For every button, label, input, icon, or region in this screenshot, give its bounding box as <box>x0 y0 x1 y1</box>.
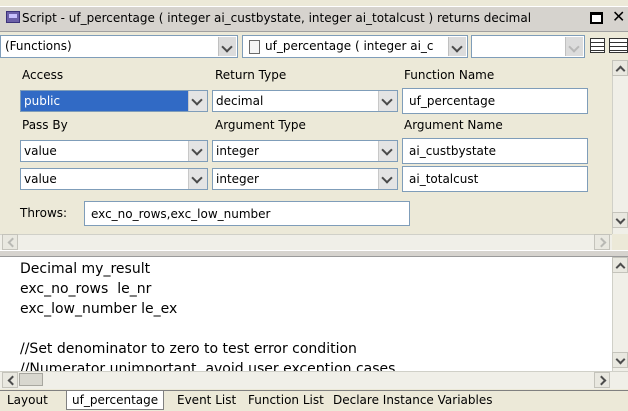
argument-type-value: integer <box>216 144 259 158</box>
argument-type-value: integer <box>216 172 259 186</box>
chevron-down-icon[interactable] <box>188 169 207 189</box>
throws-value: exc_no_rows,exc_low_number <box>91 207 271 221</box>
scroll-left-icon[interactable] <box>2 234 18 250</box>
pass-by-dropdown[interactable]: value <box>20 140 208 162</box>
access-dropdown[interactable]: public <box>20 90 208 112</box>
scroll-right-icon[interactable] <box>594 372 610 388</box>
chevron-down-icon[interactable] <box>188 141 207 161</box>
throws-field[interactable]: exc_no_rows,exc_low_number <box>84 201 410 226</box>
chevron-down-icon[interactable] <box>188 91 207 111</box>
close-icon[interactable]: ✕ <box>612 7 625 26</box>
code-line: exc_low_number le_ex <box>20 301 178 317</box>
pass-by-value: value <box>24 172 57 186</box>
tab-function-list[interactable]: Function List <box>243 391 329 410</box>
scroll-down-icon[interactable] <box>612 352 628 368</box>
function-name-value: uf_percentage <box>409 94 496 108</box>
tab-uf-percentage[interactable]: uf_percentage <box>66 391 165 410</box>
pass-by-dropdown[interactable]: value <box>20 168 208 190</box>
maximize-icon[interactable] <box>590 12 603 24</box>
scroll-left-icon[interactable] <box>2 372 18 388</box>
panel-horizontal-scrollbar[interactable] <box>0 234 612 250</box>
chevron-down-icon[interactable] <box>378 91 397 111</box>
panel-vertical-scrollbar[interactable] <box>612 60 628 234</box>
empty-dropdown[interactable] <box>471 35 585 58</box>
script-window-icon <box>6 11 20 23</box>
tab-layout[interactable]: Layout <box>2 391 53 410</box>
code-line: Decimal my_result <box>20 261 151 277</box>
access-value: public <box>24 94 61 108</box>
pass-by-label: Pass By <box>22 118 68 132</box>
chevron-down-icon[interactable] <box>378 169 397 189</box>
argument-name-field[interactable]: ai_totalcust <box>402 166 588 192</box>
scroll-up-icon[interactable] <box>612 60 628 76</box>
functions-dropdown[interactable]: (Functions) <box>0 35 238 58</box>
code-line: exc_no_rows le_nr <box>20 281 152 297</box>
function-signature-dropdown[interactable]: uf_percentage ( integer ai_c <box>242 35 468 58</box>
script-editor[interactable]: Decimal my_result exc_no_rows le_nr exc_… <box>0 257 612 371</box>
window-title: Script - uf_percentage ( integer ai_cust… <box>22 11 532 25</box>
return-type-value: decimal <box>216 94 264 108</box>
return-type-label: Return Type <box>215 68 287 82</box>
pane-splitter[interactable] <box>0 250 628 257</box>
access-label: Access <box>22 68 64 82</box>
details-view-icon[interactable] <box>609 38 628 53</box>
chevron-down-icon[interactable] <box>448 37 466 56</box>
scroll-right-icon[interactable] <box>594 234 610 250</box>
function-name-field[interactable]: uf_percentage <box>402 88 588 114</box>
list-view-icon[interactable] <box>590 38 605 53</box>
argument-type-dropdown[interactable]: integer <box>212 168 398 190</box>
argument-name-label: Argument Name <box>404 118 503 132</box>
function-name-label: Function Name <box>404 68 495 82</box>
code-line: //Numerator unimportant, avoid user exce… <box>20 361 396 371</box>
argument-type-label: Argument Type <box>215 118 306 132</box>
pass-by-value: value <box>24 144 57 158</box>
chevron-down-icon[interactable] <box>565 37 583 56</box>
chevron-down-icon[interactable] <box>378 141 397 161</box>
scroll-down-icon[interactable] <box>612 212 628 228</box>
tab-event-list[interactable]: Event List <box>172 391 241 410</box>
code-line: //Set denominator to zero to test error … <box>20 341 357 357</box>
editor-horizontal-scrollbar[interactable] <box>0 371 628 389</box>
argument-name-value: ai_custbystate <box>409 144 496 158</box>
argument-type-dropdown[interactable]: integer <box>212 140 398 162</box>
chevron-down-icon[interactable] <box>218 37 236 56</box>
throws-label: Throws: <box>20 206 68 220</box>
tab-declare-instance-variables[interactable]: Declare Instance Variables <box>328 391 497 410</box>
document-icon <box>249 40 260 54</box>
functions-dropdown-value: (Functions) <box>5 39 72 53</box>
scroll-up-icon[interactable] <box>612 257 628 273</box>
scroll-thumb[interactable] <box>19 373 43 386</box>
argument-name-value: ai_totalcust <box>409 172 479 186</box>
function-signature-value: uf_percentage ( integer ai_c <box>265 39 434 53</box>
argument-name-field[interactable]: ai_custbystate <box>402 138 588 164</box>
return-type-dropdown[interactable]: decimal <box>212 90 398 112</box>
